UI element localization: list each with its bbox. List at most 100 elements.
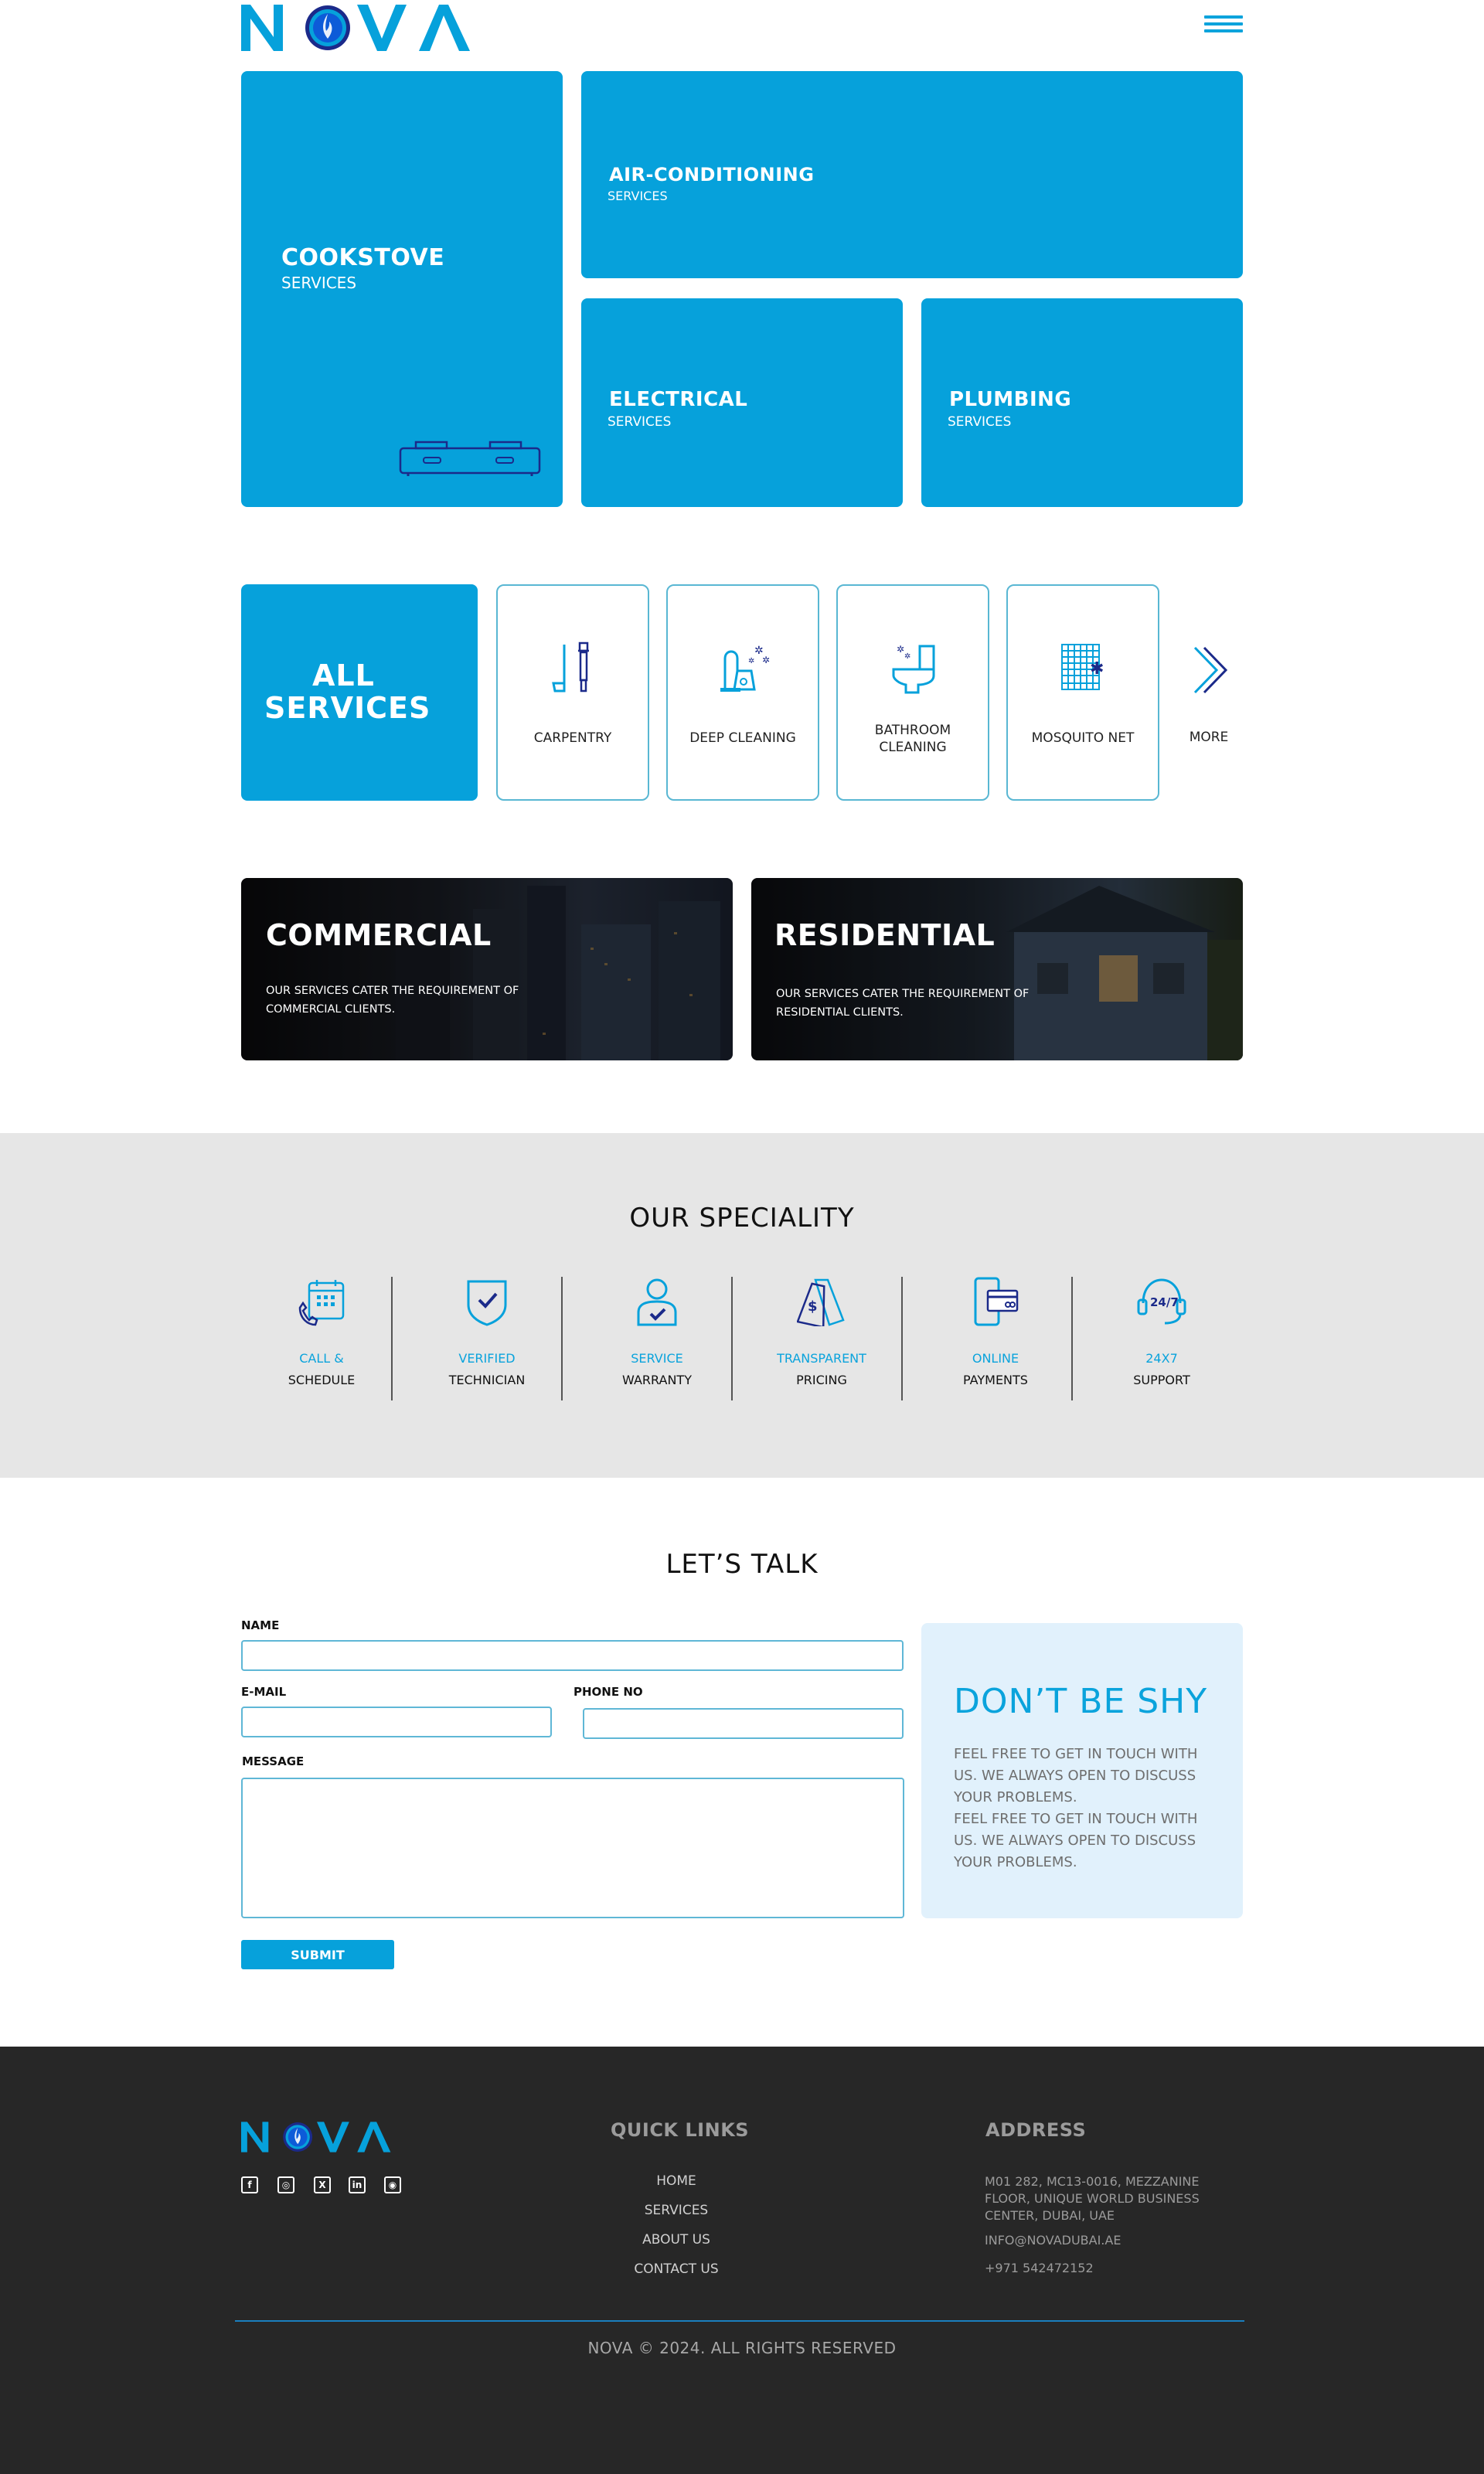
service-card-label: MOSQUITO NET [1031,730,1135,746]
service-card-label-line1: BATHROOM [874,723,951,738]
all-services-line2: SERVICES [264,691,431,725]
address-heading: ADDRESS [985,2119,1087,2141]
support-badge-text: 24/7 [1150,1295,1179,1309]
nova-logo-mark [241,5,470,51]
site-footer: f ◎ X in ◉ QUICK LINKS HOME SERVICES ABO… [0,2047,1484,2474]
electrical-services-tile[interactable]: ELECTRICAL SERVICES [581,298,903,507]
service-card-deep-cleaning[interactable]: ✲ ✲ ✲ DEEP CLEANING [666,584,819,801]
contact-title: LET’S TALK [665,1549,819,1580]
nova-logo[interactable] [241,3,473,53]
hamburger-icon[interactable] [1204,15,1243,39]
plumbing-services-tile[interactable]: PLUMBING SERVICES [921,298,1243,507]
air-conditioning-services-tile[interactable]: AIR-CONDITIONING SERVICES [581,71,1243,278]
submit-button[interactable]: SUBMIT [241,1940,394,1969]
service-card-carpentry[interactable]: CARPENTRY [496,584,649,801]
speciality-line1: TRANSPARENT [777,1351,866,1366]
svg-text:✱: ✱ [1090,659,1104,679]
city-skyline-image [241,878,733,1060]
service-card-label: DEEP CLEANING [689,730,796,746]
instagram-icon[interactable]: ◉ [384,2176,401,2193]
house-image [751,878,1243,1060]
tile-title: AIR-CONDITIONING [609,164,815,185]
footer-link-home[interactable]: HOME [587,2173,765,2189]
speciality-line1: CALL & [299,1351,344,1366]
copyright-text: NOVA © 2024. ALL RIGHTS RESERVED [587,2339,897,2357]
commercial-banner[interactable]: COMMERCIAL OUR SERVICES CATER THE REQUIR… [241,878,733,1060]
speciality-divider [561,1277,563,1400]
carpentry-tools-icon [552,641,589,693]
speciality-item-transparent-pricing: $ TRANSPARENT PRICING [744,1277,899,1400]
speciality-item-verified-technician: VERIFIED TECHNICIAN [410,1277,564,1400]
name-label: NAME [241,1618,280,1632]
banner-desc-line2: RESIDENTIAL CLIENTS. [776,1006,904,1019]
speciality-line1: SERVICE [631,1351,683,1366]
residential-banner[interactable]: RESIDENTIAL OUR SERVICES CATER THE REQUI… [751,878,1243,1060]
footer-address: M01 282, MC13-0016, MEZZANINE FLOOR, UNI… [985,2174,1200,2223]
quick-links-heading: QUICK LINKS [611,2119,750,2141]
message-textarea[interactable] [241,1778,904,1918]
name-input[interactable] [241,1640,904,1671]
service-card-bathroom-cleaning[interactable]: ✲ ✲ BATHROOM CLEANING [836,584,989,801]
tile-subtitle: SERVICES [608,414,672,430]
banner-description: OUR SERVICES CATER THE REQUIREMENT OF RE… [776,985,1085,1022]
email-input[interactable] [241,1707,552,1737]
svg-text:✲: ✲ [897,644,904,655]
speciality-line2: WARRANTY [622,1373,692,1387]
footer-link-contact[interactable]: CONTACT US [587,2261,765,2277]
svg-text:✲: ✲ [904,652,910,661]
service-card-label-line2: CLEANING [879,740,947,755]
banner-title: RESIDENTIAL [774,918,996,952]
shield-check-icon [467,1280,507,1326]
footer-link-services[interactable]: SERVICES [587,2203,765,2218]
speciality-line1: VERIFIED [458,1351,516,1366]
shy-title: DON’T BE SHY [954,1682,1208,1721]
banner-desc-line2: COMMERCIAL CLIENTS. [266,1003,396,1016]
speciality-line2: PRICING [796,1373,847,1387]
whatsapp-icon[interactable]: ◎ [277,2176,294,2193]
footer-link-about[interactable]: ABOUT US [587,2232,765,2248]
more-services-button[interactable]: MORE [1175,584,1243,801]
x-twitter-icon[interactable]: X [314,2176,331,2193]
message-label: MESSAGE [242,1754,305,1768]
footer-email[interactable]: INFO@NOVADUBAI.AE [985,2232,1247,2249]
speciality-divider [391,1277,393,1400]
speciality-item-support: 24/7 24X7 SUPPORT [1084,1277,1239,1400]
facebook-icon[interactable]: f [241,2176,258,2193]
tile-subtitle: SERVICES [948,414,1012,430]
phone-input[interactable] [583,1708,904,1739]
shy-text: FEEL FREE TO GET IN TOUCH WITH US. WE AL… [954,1746,1198,1805]
cookstove-services-tile[interactable]: COOKSTOVE SERVICES [241,71,563,507]
double-chevron-right-icon [1193,646,1228,694]
speciality-divider [1071,1277,1073,1400]
banner-title: COMMERCIAL [266,918,492,952]
speciality-line1: 24X7 [1145,1351,1178,1366]
footer-nova-logo[interactable] [241,2121,393,2156]
service-card-mosquito-net[interactable]: ✱ MOSQUITO NET [1006,584,1159,801]
price-tag-icon: $ [797,1278,845,1326]
footer-logo-mark [241,2122,391,2152]
phone-label: PHONE NO [574,1685,643,1699]
cookstove-icon [399,441,541,476]
tile-title: PLUMBING [949,388,1072,411]
speciality-section: OUR SPECIALITY CALL & SCHEDULE VERIFIED … [0,1133,1484,1478]
linkedin-icon[interactable]: in [349,2176,366,2193]
mosquito-net-icon: ✱ [1061,644,1104,690]
svg-text:$: $ [808,1298,818,1315]
svg-text:✲: ✲ [762,655,770,665]
tile-title: ELECTRICAL [609,388,748,411]
svg-text:✲: ✲ [748,657,754,665]
mobile-payment-icon [974,1277,1019,1326]
headset-24-7-icon: 24/7 [1137,1278,1186,1325]
speciality-item-online-payments: ONLINE PAYMENTS [918,1277,1073,1400]
banner-desc-line1: OUR SERVICES CATER THE REQUIREMENT OF [776,988,1030,1000]
tile-title: COOKSTOVE [281,244,445,271]
footer-divider [235,2320,1244,2322]
speciality-line2: SUPPORT [1133,1373,1190,1387]
dont-be-shy-panel: DON’T BE SHY FEEL FREE TO GET IN TOUCH W… [921,1623,1243,1918]
speciality-item-call-schedule: CALL & SCHEDULE [244,1277,399,1400]
shy-text: FEEL FREE TO GET IN TOUCH WITH US. WE AL… [954,1811,1198,1870]
more-label: MORE [1189,730,1229,745]
footer-phone[interactable]: +971 542472152 [985,2260,1247,2277]
all-services-button[interactable]: ALL SERVICES [241,584,478,801]
speciality-line2: SCHEDULE [288,1373,356,1387]
